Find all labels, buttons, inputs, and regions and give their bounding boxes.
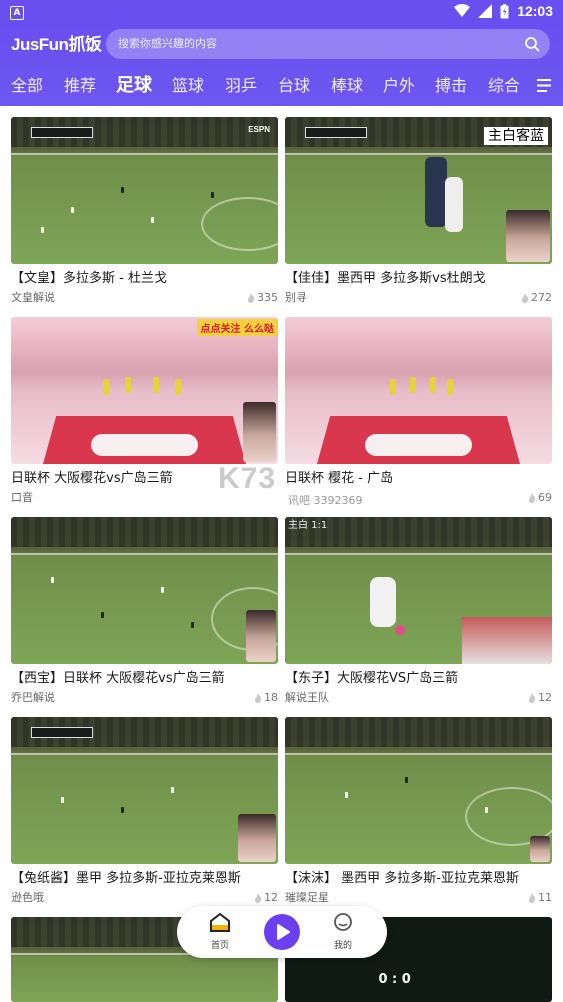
video-card[interactable]: 【兔纸酱】墨甲 多拉多斯-亚拉克莱恩斯 逊色哦 12 <box>11 717 278 917</box>
video-likes: 11 <box>528 891 552 905</box>
menu-icon[interactable] <box>537 79 551 92</box>
video-card[interactable]: 日联杯 樱花 - 广岛 69 <box>285 317 552 517</box>
video-card[interactable]: 【西宝】日联杯 大阪樱花vs广岛三箭 乔巴解说 18 <box>11 517 278 717</box>
video-likes: 12 <box>254 891 278 905</box>
video-author[interactable]: 乔巴解说 <box>11 691 55 705</box>
heat-icon <box>528 893 536 903</box>
bottom-navigation: 首页 我的 <box>177 906 387 958</box>
video-thumbnail[interactable] <box>285 517 552 664</box>
category-tabs: 全部 推荐 足球 篮球 羽乒 台球 棒球 户外 搏击 综合 <box>0 68 563 104</box>
scoreboard: 0 : 0 <box>378 972 411 987</box>
battery-icon <box>500 3 509 18</box>
tab-all[interactable]: 全部 <box>11 68 43 104</box>
clock: 12:03 <box>517 3 553 19</box>
video-title[interactable]: 【文皇】多拉多斯 - 杜兰戈 <box>11 270 278 288</box>
score-overlay <box>31 727 93 738</box>
video-title[interactable]: 【兔纸酱】墨甲 多拉多斯-亚拉克莱恩斯 <box>11 870 278 888</box>
tab-recommended[interactable]: 推荐 <box>64 68 96 104</box>
profile-icon <box>334 913 352 931</box>
overlay-subtext: 主白 1:1 <box>288 520 328 531</box>
status-icons: 12:03 <box>454 3 553 19</box>
video-author[interactable]: 口音 <box>11 491 33 505</box>
streamer-facecam <box>238 814 276 862</box>
play-button[interactable] <box>264 914 300 950</box>
video-author[interactable]: 别寻 <box>285 291 307 305</box>
video-thumbnail[interactable] <box>11 517 278 664</box>
app-notification-icon: A <box>10 6 24 20</box>
nav-mine[interactable]: 我的 <box>318 912 368 951</box>
video-author[interactable]: 文皇解说 <box>11 291 55 305</box>
header: JusFun抓饭 搜索你感兴趣的内容 全部 推荐 足球 篮球 羽乒 台球 棒球 … <box>0 26 563 106</box>
tab-baseball[interactable]: 棒球 <box>331 68 363 104</box>
heat-icon <box>247 293 255 303</box>
video-title[interactable]: 【沫沫】 墨西甲 多拉多斯-亚拉克莱恩斯 <box>285 870 552 888</box>
watermark-count: 讯吧 3392369 <box>288 494 363 507</box>
score-overlay <box>31 127 93 138</box>
video-card[interactable]: 主白客蓝 【佳佳】墨西甲 多拉多斯vs杜朗戈 别寻 272 <box>285 117 552 317</box>
streamer-facecam <box>506 210 550 262</box>
search-placeholder: 搜索你感兴趣的内容 <box>118 37 217 50</box>
video-title[interactable]: 【佳佳】墨西甲 多拉多斯vs杜朗戈 <box>285 270 552 288</box>
video-thumbnail[interactable]: 主白客蓝 <box>285 117 552 264</box>
search-bar[interactable]: 搜索你感兴趣的内容 <box>106 29 550 59</box>
video-likes: 272 <box>521 291 552 305</box>
video-author[interactable]: 解说王队 <box>285 691 329 705</box>
tab-general[interactable]: 综合 <box>488 68 520 104</box>
video-title[interactable]: 日联杯 樱花 - 广岛 <box>285 470 552 488</box>
video-card[interactable]: 【东子】大阪樱花VS广岛三箭 解说王队 12 <box>285 517 552 717</box>
nav-mine-label: 我的 <box>333 941 352 951</box>
video-thumbnail[interactable] <box>11 717 278 864</box>
video-author[interactable]: 璀璨足星 <box>285 891 329 905</box>
video-overlay-text: 点点关注 么么哒 <box>196 319 278 336</box>
wifi-icon <box>454 4 471 17</box>
video-overlay-text: 主白客蓝 <box>484 127 548 145</box>
watermark: K73 <box>218 462 277 495</box>
video-card[interactable]: ESPN 【文皇】多拉多斯 - 杜兰戈 文皇解说 335 <box>11 117 278 317</box>
video-title[interactable]: 【西宝】日联杯 大阪樱花vs广岛三箭 <box>11 670 278 688</box>
app-logo: JusFun抓饭 <box>11 35 102 54</box>
tab-outdoor[interactable]: 户外 <box>383 68 415 104</box>
streamer-facecam <box>246 610 276 662</box>
video-likes: 335 <box>247 291 278 305</box>
video-thumbnail[interactable] <box>285 717 552 864</box>
play-icon <box>277 924 290 940</box>
video-likes: 18 <box>254 691 278 705</box>
home-icon <box>210 912 230 932</box>
video-likes: 69 <box>528 491 552 505</box>
search-icon[interactable] <box>524 36 540 52</box>
tab-badminton-pingpong[interactable]: 羽乒 <box>225 68 257 104</box>
broadcaster-logo: ESPN <box>248 125 270 134</box>
nav-home-label: 首页 <box>210 941 229 951</box>
status-bar: A 12:03 <box>0 0 563 26</box>
picture-in-picture <box>462 617 552 664</box>
heat-icon <box>528 493 536 503</box>
video-thumbnail[interactable]: ESPN <box>11 117 278 264</box>
heat-icon <box>521 293 529 303</box>
streamer-facecam <box>243 402 276 462</box>
streamer-facecam <box>530 836 550 862</box>
signal-icon <box>478 4 493 18</box>
tab-basketball[interactable]: 篮球 <box>172 68 204 104</box>
tab-football[interactable]: 足球 <box>116 68 152 104</box>
video-card[interactable]: 【沫沫】 墨西甲 多拉多斯-亚拉克莱恩斯 璀璨足星 11 <box>285 717 552 917</box>
nav-home[interactable]: 首页 <box>195 912 245 951</box>
tab-combat[interactable]: 搏击 <box>435 68 467 104</box>
heat-icon <box>254 893 262 903</box>
video-thumbnail[interactable] <box>285 317 552 464</box>
tab-billiards[interactable]: 台球 <box>278 68 310 104</box>
video-title[interactable]: 【东子】大阪樱花VS广岛三箭 <box>285 670 552 688</box>
video-likes: 12 <box>528 691 552 705</box>
video-author[interactable]: 逊色哦 <box>11 891 44 905</box>
heat-icon <box>528 693 536 703</box>
heat-icon <box>254 693 262 703</box>
video-thumbnail[interactable]: 点点关注 么么哒 <box>11 317 278 464</box>
score-overlay <box>305 127 367 138</box>
